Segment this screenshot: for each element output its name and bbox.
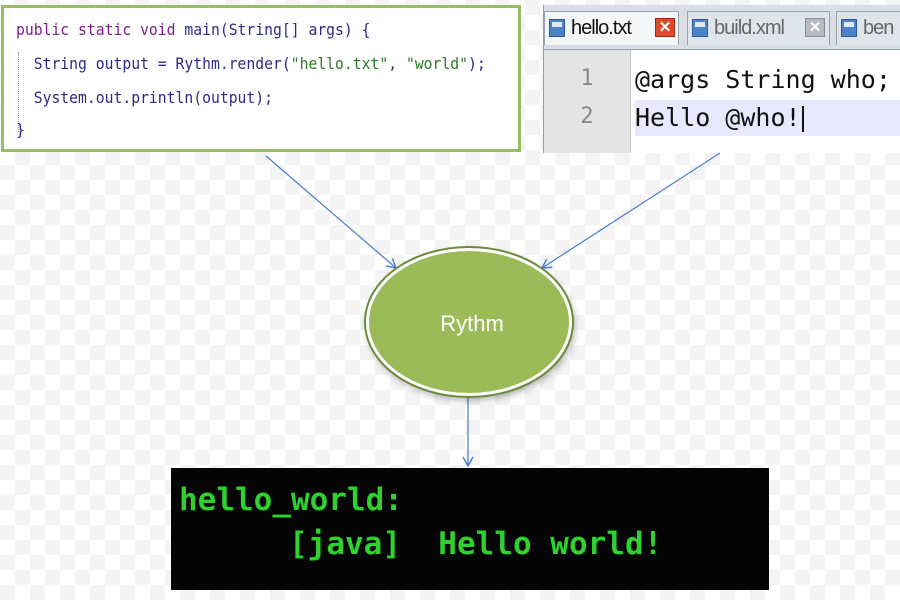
- arrow-template-to-rythm: [540, 152, 721, 269]
- arrow-code-to-rythm: [265, 155, 398, 269]
- rythm-node: Rythm: [366, 248, 572, 396]
- console-line-1: hello_world:: [179, 482, 403, 518]
- console-line-2: [java] Hello world!: [289, 526, 663, 562]
- rythm-node-label: Rythm: [440, 311, 504, 336]
- console-output: hello_world: [java] Hello world!: [171, 468, 769, 590]
